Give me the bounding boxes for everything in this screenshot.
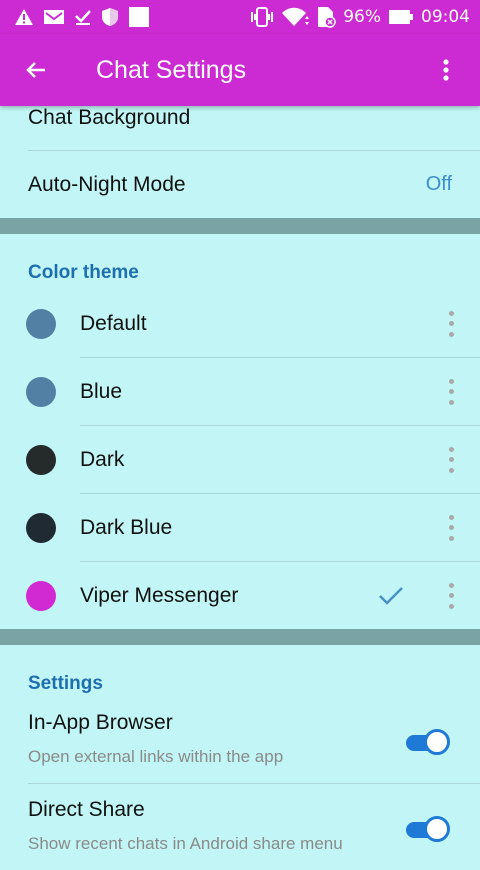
app-square-icon bbox=[129, 7, 149, 27]
check-icon bbox=[379, 586, 403, 605]
mail-icon bbox=[44, 10, 64, 24]
vibrate-icon bbox=[251, 7, 274, 27]
theme-color-swatch bbox=[26, 308, 56, 339]
theme-item-viper-messenger[interactable]: Viper Messenger bbox=[0, 562, 480, 629]
section-separator bbox=[0, 629, 480, 645]
auto-night-mode-value: Off bbox=[425, 173, 452, 195]
theme-options-button[interactable] bbox=[446, 582, 456, 609]
page-title: Chat Settings bbox=[96, 55, 247, 84]
color-theme-header: Color theme bbox=[28, 262, 139, 283]
settings-header: Settings bbox=[28, 673, 103, 694]
in-app-browser-toggle[interactable] bbox=[406, 729, 450, 755]
theme-item-default[interactable]: Default bbox=[0, 290, 480, 357]
theme-item-dark[interactable]: Dark bbox=[0, 426, 480, 493]
section-separator bbox=[0, 218, 480, 234]
in-app-browser-subtitle: Open external links within the app bbox=[28, 747, 284, 766]
theme-item-blue[interactable]: Blue bbox=[0, 358, 480, 425]
theme-options-button[interactable] bbox=[446, 378, 456, 405]
shield-icon bbox=[102, 8, 118, 26]
direct-share-row[interactable]: Direct Share Show recent chats in Androi… bbox=[0, 784, 480, 870]
wifi-icon bbox=[282, 7, 310, 26]
theme-options-button[interactable] bbox=[446, 514, 456, 541]
battery-icon bbox=[389, 10, 413, 24]
theme-color-swatch bbox=[26, 580, 56, 611]
theme-label: Default bbox=[80, 311, 147, 335]
download-done-icon bbox=[75, 10, 91, 25]
theme-color-swatch bbox=[26, 444, 56, 475]
theme-label: Viper Messenger bbox=[80, 583, 239, 607]
more-vert-icon bbox=[443, 59, 449, 81]
status-bar: 96% 09:04 bbox=[0, 0, 480, 34]
in-app-browser-row[interactable]: In-App Browser Open external links withi… bbox=[0, 697, 480, 783]
back-button[interactable] bbox=[16, 50, 56, 90]
direct-share-toggle[interactable] bbox=[406, 816, 450, 842]
notification-icons bbox=[0, 6, 150, 28]
direct-share-subtitle: Show recent chats in Android share menu bbox=[28, 834, 343, 853]
chat-background-row[interactable]: Chat Background bbox=[0, 106, 480, 150]
theme-options-button[interactable] bbox=[446, 310, 456, 337]
theme-label: Dark Blue bbox=[80, 515, 173, 539]
arrow-back-icon bbox=[26, 62, 45, 78]
theme-label: Blue bbox=[80, 379, 123, 403]
in-app-browser-title: In-App Browser bbox=[28, 711, 173, 734]
settings-list: Chat Background Auto-Night Mode Off Colo… bbox=[0, 106, 480, 870]
battery-percentage: 96% bbox=[343, 7, 381, 27]
direct-share-title: Direct Share bbox=[28, 798, 145, 821]
theme-label: Dark bbox=[80, 447, 125, 471]
theme-color-swatch bbox=[26, 376, 56, 407]
system-status: 96% 09:04 bbox=[250, 6, 480, 28]
theme-color-swatch bbox=[26, 512, 56, 543]
chat-background-label: Chat Background bbox=[28, 106, 191, 129]
auto-night-mode-label: Auto-Night Mode bbox=[28, 172, 186, 196]
app-bar: Chat Settings bbox=[0, 34, 480, 106]
auto-night-mode-row[interactable]: Auto-Night Mode Off bbox=[0, 151, 480, 218]
warning-icon bbox=[15, 9, 33, 25]
overflow-menu-button[interactable] bbox=[426, 50, 466, 90]
theme-options-button[interactable] bbox=[446, 446, 456, 473]
theme-item-dark-blue[interactable]: Dark Blue bbox=[0, 494, 480, 561]
clock: 09:04 bbox=[421, 7, 470, 27]
sim-card-icon bbox=[318, 7, 336, 28]
